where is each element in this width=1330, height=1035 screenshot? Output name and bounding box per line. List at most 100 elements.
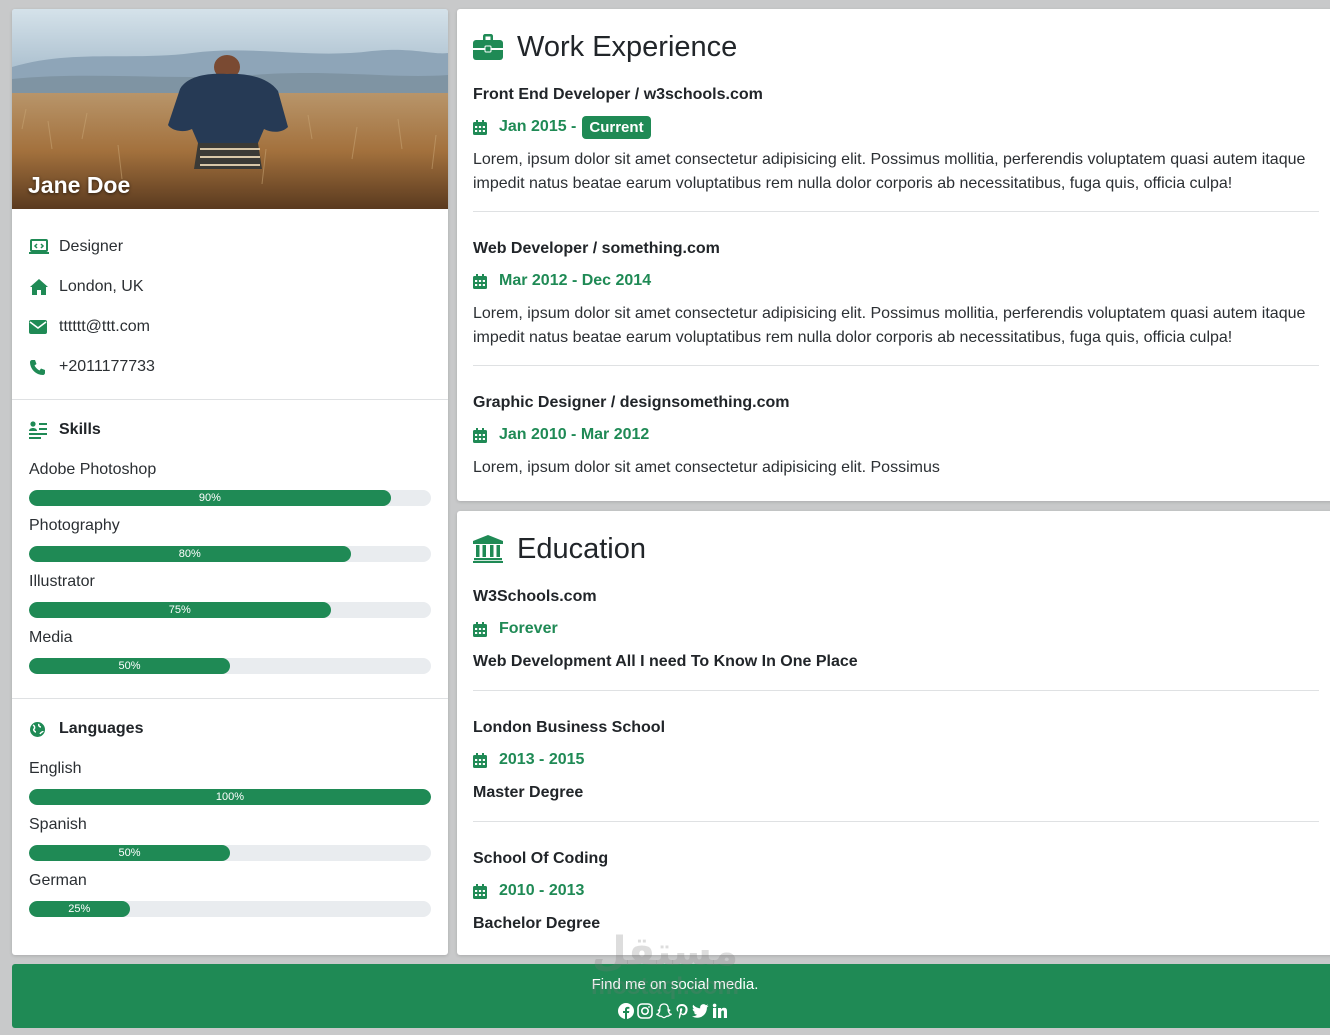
work-entry: Graphic Designer / designsomething.com Ja… [473, 366, 1321, 480]
calendar-icon [473, 883, 499, 899]
info-text-job: Designer [59, 238, 124, 255]
education-entry-school: London Business School [473, 719, 666, 736]
work-entry-date: Mar 2012 - Dec 2014 [473, 266, 1321, 296]
education-entry-date-text: 2010 - 2013 [499, 882, 585, 899]
education-entry-detail: Bachelor Degree [473, 915, 601, 932]
skill-progress-fill: 75% [29, 602, 331, 618]
languages-list: English 100% Spanish 50% German 25% [29, 759, 431, 917]
language-progress-bar: 50% [29, 845, 431, 861]
education-entry-school: School Of Coding [473, 850, 609, 867]
footer-text: Find me on social media. [591, 976, 759, 993]
instagram-icon[interactable] [637, 1003, 653, 1019]
info-text-phone[interactable]: +2011177733 [59, 358, 155, 376]
current-badge: Current [582, 115, 651, 139]
education-heading: Education [473, 511, 1321, 587]
work-entry-description: Lorem, ipsum dolor sit amet consectetur … [473, 151, 1306, 192]
education-entry-date-text: 2013 - 2015 [499, 751, 585, 768]
info-row-email: tttttt@ttt.com [29, 307, 431, 347]
profile-card: Jane Doe Designer London, UK tttttt@ttt.… [12, 9, 448, 955]
calendar-icon [473, 273, 499, 289]
work-entry: Front End Developer / w3schools.com Jan 2… [473, 85, 1321, 196]
education-entry-date: 2010 - 2013 [473, 876, 1321, 906]
pinterest-icon[interactable] [675, 1003, 689, 1019]
linkedin-icon[interactable] [712, 1003, 728, 1019]
language-progress-bar: 100% [29, 789, 431, 805]
language-progress-fill: 50% [29, 845, 230, 861]
page: Jane Doe Designer London, UK tttttt@ttt.… [0, 0, 1330, 1035]
education-entry-detail: Master Degree [473, 784, 584, 801]
skills-section: Skills Adobe Photoshop 90% Photography 80% I… [12, 400, 448, 674]
info-text-email[interactable]: tttttt@ttt.com [59, 318, 150, 336]
education-list: W3Schools.com Forever Web Development All … [473, 587, 1321, 934]
skill-progress-fill: 90% [29, 490, 391, 506]
education-entry-school: W3Schools.com [473, 588, 597, 605]
facebook-icon[interactable] [618, 1003, 634, 1019]
skill-progress-fill: 80% [29, 546, 351, 562]
skill-progress-bar: 50% [29, 658, 431, 674]
envelope-icon [29, 320, 59, 334]
education-title: Education [517, 532, 646, 565]
work-entry-date: Jan 2010 - Mar 2012 [473, 420, 1321, 450]
profile-name: Jane Doe [28, 172, 131, 198]
language-label: English [29, 760, 82, 777]
laptop-code-icon [29, 239, 59, 255]
work-entry-date-text: Mar 2012 - Dec 2014 [499, 272, 652, 289]
work-list: Front End Developer / w3schools.com Jan 2… [473, 85, 1321, 480]
twitter-icon[interactable] [692, 1003, 709, 1019]
language-label: German [29, 872, 87, 889]
work-entry-title: Front End Developer / w3schools.com [473, 86, 763, 103]
work-title: Work Experience [517, 30, 738, 63]
calendar-icon [473, 752, 499, 768]
skill-label: Media [29, 629, 73, 646]
info-row-phone: +2011177733 [29, 347, 431, 387]
education-entry-detail: Web Development All I need To Know In On… [473, 653, 858, 670]
calendar-icon [473, 119, 499, 135]
education-entry: W3Schools.com Forever Web Development All … [473, 587, 1321, 672]
skill-progress-bar: 75% [29, 602, 431, 618]
languages-section: Languages English 100% Spanish 50% German 25% [12, 699, 448, 917]
calendar-icon [473, 621, 499, 637]
work-entry-date-text: Jan 2015 - [499, 118, 577, 135]
skill-progress-bar: 80% [29, 546, 431, 562]
work-entry-description: Lorem, ipsum dolor sit amet consectetur … [473, 305, 1306, 346]
skill-progress-bar: 90% [29, 490, 431, 506]
calendar-icon [473, 427, 499, 443]
language-progress-bar: 25% [29, 901, 431, 917]
skills-icon [29, 421, 59, 439]
phone-icon [29, 359, 59, 376]
profile-photo: Jane Doe [12, 9, 448, 209]
social-links [618, 1003, 728, 1019]
languages-heading: Languages [29, 719, 431, 739]
work-entry-title: Graphic Designer / designsomething.com [473, 394, 790, 411]
work-heading: Work Experience [473, 9, 1321, 85]
education-entry-date-text: Forever [499, 620, 558, 637]
work-entry-date: Jan 2015 - Current [473, 112, 1321, 142]
skill-label: Illustrator [29, 573, 95, 590]
footer: Find me on social media. [12, 964, 1330, 1028]
education-card: Education W3Schools.com Forever Web Develo… [457, 511, 1330, 955]
home-icon [29, 278, 59, 296]
languages-title: Languages [59, 720, 144, 737]
skill-progress-fill: 50% [29, 658, 230, 674]
language-progress-fill: 25% [29, 901, 130, 917]
education-entry: School Of Coding 2010 - 2013 Bachelor Degr… [473, 822, 1321, 934]
skills-list: Adobe Photoshop 90% Photography 80% Illustra… [29, 460, 431, 674]
skill-label: Photography [29, 517, 120, 534]
language-progress-fill: 100% [29, 789, 431, 805]
info-row-job: Designer [29, 227, 431, 267]
snapchat-icon[interactable] [656, 1003, 672, 1019]
work-experience-card: Work Experience Front End Developer / w3… [457, 9, 1330, 501]
language-label: Spanish [29, 816, 87, 833]
work-entry: Web Developer / something.com Mar 2012 - … [473, 212, 1321, 350]
briefcase-icon [473, 34, 517, 60]
contact-info: Designer London, UK tttttt@ttt.com +2011… [12, 209, 448, 387]
work-entry-title: Web Developer / something.com [473, 240, 720, 257]
skills-title: Skills [59, 421, 101, 438]
education-entry-date: Forever [473, 614, 1321, 644]
info-text-location: London, UK [59, 278, 144, 295]
skills-heading: Skills [29, 420, 431, 440]
education-entry: London Business School 2013 - 2015 Master … [473, 691, 1321, 803]
university-icon [473, 535, 517, 563]
work-entry-description: Lorem, ipsum dolor sit amet consectetur … [473, 459, 940, 476]
globe-icon [29, 721, 59, 738]
